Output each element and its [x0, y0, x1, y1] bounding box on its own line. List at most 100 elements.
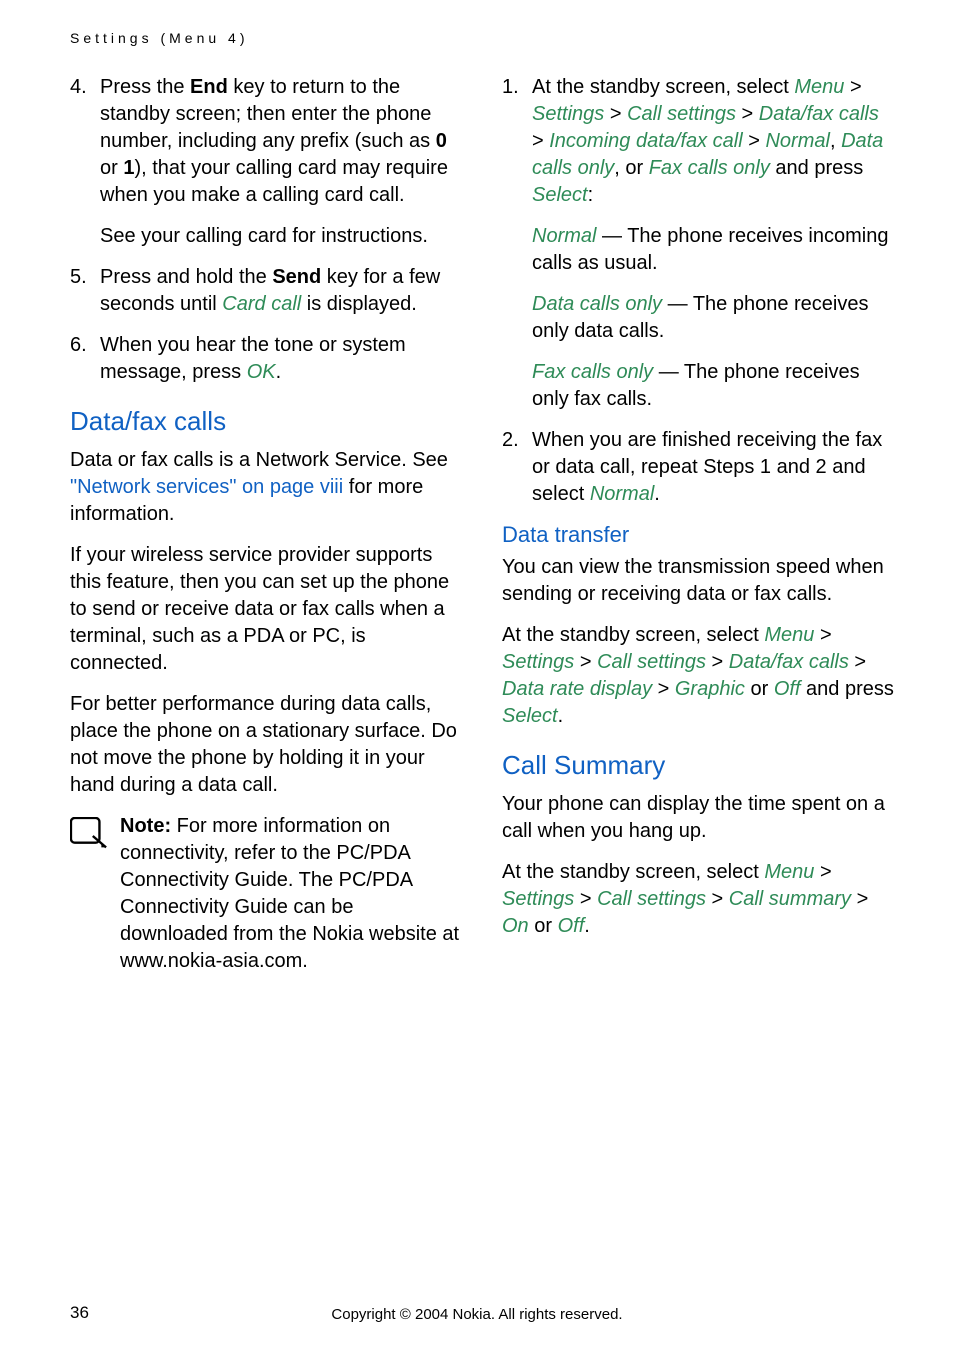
text: .	[276, 361, 282, 383]
dataonly-label: Data calls only	[532, 293, 662, 315]
step-number: 2.	[502, 427, 532, 508]
step-body: At the standby screen, select Menu > Set…	[532, 74, 894, 209]
incoming-label: Incoming data/fax call	[549, 130, 742, 152]
settings-label: Settings	[532, 103, 604, 125]
sep: >	[652, 678, 675, 700]
sep: >	[814, 861, 831, 883]
text: is displayed.	[301, 293, 417, 315]
menu-label: Menu	[764, 624, 814, 646]
datafaxcalls-label: Data/fax calls	[759, 103, 879, 125]
text: Press and hold the	[100, 266, 272, 288]
step-number: 4.	[70, 74, 100, 209]
note-text: Note: For more information on connectivi…	[120, 813, 462, 975]
step-body: Press and hold the Send key for a few se…	[100, 264, 462, 318]
datafax-heading: Data/fax calls	[70, 406, 462, 437]
select-label: Select	[502, 705, 558, 727]
datarate-label: Data rate display	[502, 678, 652, 700]
step-5: 5. Press and hold the Send key for a few…	[70, 264, 462, 318]
sep: >	[532, 130, 549, 152]
sep: >	[849, 651, 866, 673]
normal-label: Normal	[765, 130, 829, 152]
zero-key: 0	[436, 130, 447, 152]
text: :	[588, 184, 594, 206]
off-label: Off	[558, 915, 585, 937]
text: At the standby screen, select	[532, 76, 794, 98]
text: At the standby screen, select	[502, 861, 764, 883]
sep: >	[814, 624, 831, 646]
ok-label: OK	[247, 361, 276, 383]
callsummary-label: Call summary	[729, 888, 851, 910]
text: ,	[830, 130, 841, 152]
step-6: 6. When you hear the tone or system mess…	[70, 332, 462, 386]
two-column-layout: 4. Press the End key to return to the st…	[70, 74, 894, 975]
faxonly-label: Fax calls only	[532, 361, 653, 383]
sep: >	[706, 651, 729, 673]
normal-label: Normal	[590, 483, 654, 505]
copyright-footer: Copyright © 2004 Nokia. All rights reser…	[0, 1306, 954, 1323]
text: Data or fax calls is a Network Service. …	[70, 449, 448, 471]
normal-desc: Normal — The phone receives incoming cal…	[532, 223, 894, 277]
note-label: Note:	[120, 815, 171, 837]
normal-label: Normal	[532, 225, 596, 247]
sep: >	[574, 651, 597, 673]
step-1: 1. At the standby screen, select Menu > …	[502, 74, 894, 209]
datatransfer-para-1: You can view the transmission speed when…	[502, 554, 894, 608]
step-4: 4. Press the End key to return to the st…	[70, 74, 462, 209]
datafax-para-3: For better performance during data calls…	[70, 691, 462, 799]
text: , or	[614, 157, 648, 179]
text: or	[529, 915, 558, 937]
text: Press the	[100, 76, 190, 98]
callsummary-para-1: Your phone can display the time spent on…	[502, 791, 894, 845]
on-label: On	[502, 915, 529, 937]
callsettings-label: Call settings	[597, 651, 706, 673]
menu-label: Menu	[764, 861, 814, 883]
text: At the standby screen, select	[502, 624, 764, 646]
text: ), that your calling card may require wh…	[100, 157, 448, 206]
step-number: 6.	[70, 332, 100, 386]
sep: >	[574, 888, 597, 910]
datafax-para-1: Data or fax calls is a Network Service. …	[70, 447, 462, 528]
sep: >	[743, 130, 766, 152]
text: or	[745, 678, 774, 700]
fax-desc: Fax calls only — The phone receives only…	[532, 359, 894, 413]
text: or	[100, 157, 123, 179]
callsummary-heading: Call Summary	[502, 750, 894, 781]
note-block: Note: For more information on connectivi…	[70, 813, 462, 975]
one-key: 1	[123, 157, 134, 179]
text: and press	[800, 678, 893, 700]
callsettings-label: Call settings	[597, 888, 706, 910]
text: and press	[770, 157, 863, 179]
end-key: End	[190, 76, 228, 98]
right-column: 1. At the standby screen, select Menu > …	[502, 74, 894, 975]
sep: >	[706, 888, 729, 910]
graphic-label: Graphic	[675, 678, 745, 700]
text: For more information on connectivity, re…	[120, 815, 459, 972]
text: .	[558, 705, 564, 727]
network-services-link[interactable]: "Network services" on page viii	[70, 476, 343, 498]
text: .	[584, 915, 590, 937]
sep: >	[736, 103, 759, 125]
datatransfer-para-2: At the standby screen, select Menu > Set…	[502, 622, 894, 730]
sep: >	[844, 76, 861, 98]
data-desc: Data calls only — The phone receives onl…	[532, 291, 894, 345]
step-2: 2. When you are finished receiving the f…	[502, 427, 894, 508]
faxonly-label: Fax calls only	[649, 157, 770, 179]
callsummary-para-2: At the standby screen, select Menu > Set…	[502, 859, 894, 940]
datatransfer-heading: Data transfer	[502, 522, 894, 548]
menu-label: Menu	[794, 76, 844, 98]
card-call-label: Card call	[222, 293, 301, 315]
text: When you are finished receiving the fax …	[532, 429, 882, 505]
settings-label: Settings	[502, 888, 574, 910]
step-body: When you are finished receiving the fax …	[532, 427, 894, 508]
settings-label: Settings	[502, 651, 574, 673]
step-number: 1.	[502, 74, 532, 209]
datafax-label: Data/fax calls	[729, 651, 849, 673]
left-column: 4. Press the End key to return to the st…	[70, 74, 462, 975]
see-calling-card: See your calling card for instructions.	[100, 223, 462, 250]
text: .	[654, 483, 660, 505]
step-body: Press the End key to return to the stand…	[100, 74, 462, 209]
sep: >	[851, 888, 868, 910]
select-label: Select	[532, 184, 588, 206]
off-label: Off	[774, 678, 801, 700]
step-number: 5.	[70, 264, 100, 318]
